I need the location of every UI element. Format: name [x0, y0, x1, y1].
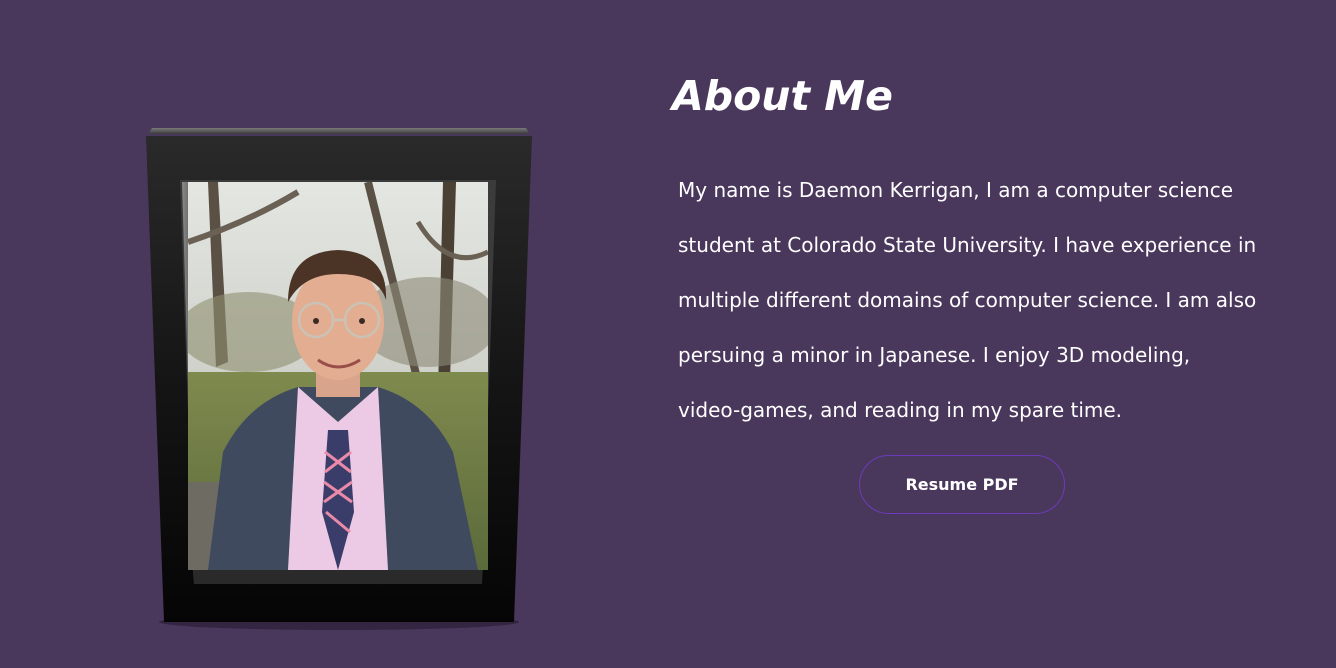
page-title: About Me: [672, 72, 893, 120]
portrait-photo: [188, 182, 488, 570]
picture-frame: [146, 128, 532, 630]
portrait-icon: [188, 182, 488, 570]
about-paragraph: My name is Daemon Kerrigan, I am a compu…: [678, 178, 1257, 422]
resume-pdf-button[interactable]: Resume PDF: [859, 455, 1065, 514]
about-section: About Me My name is Daemon Kerrigan, I a…: [0, 0, 1336, 668]
